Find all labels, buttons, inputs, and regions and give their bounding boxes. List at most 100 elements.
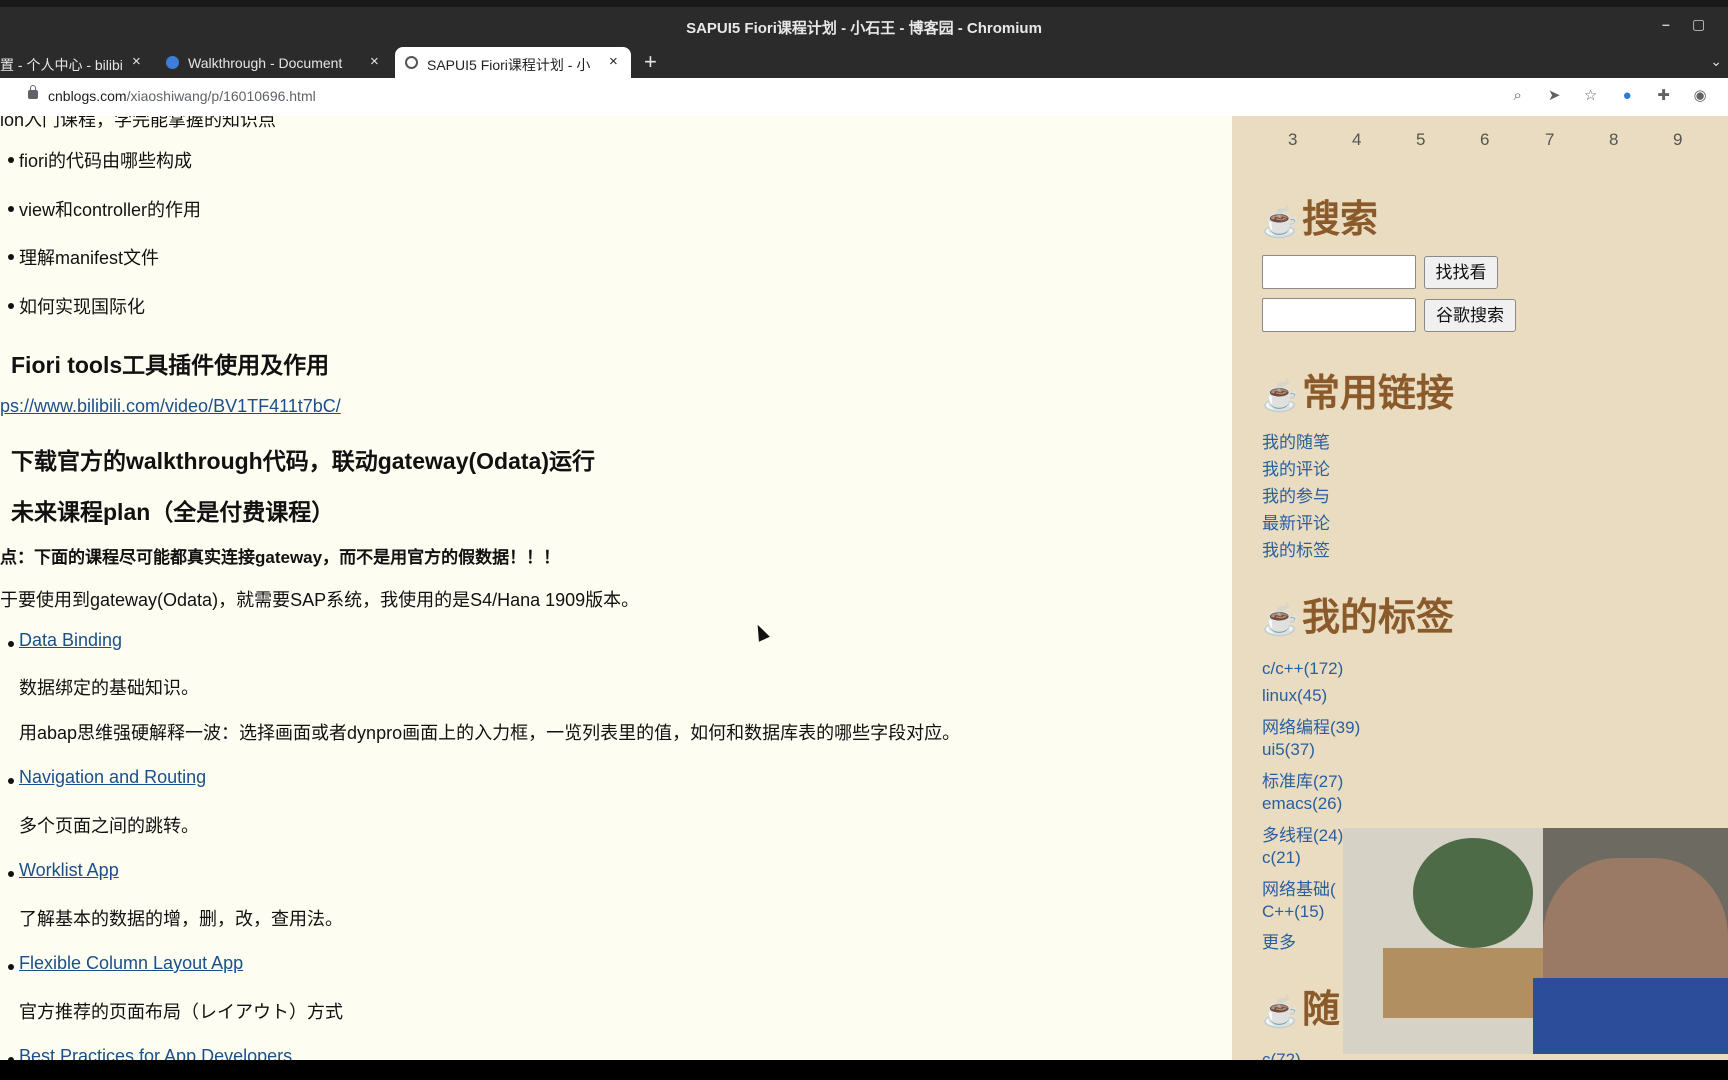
profile-ext-icon[interactable]: ● bbox=[1611, 87, 1643, 104]
coffee-cup-icon: ☕ bbox=[1262, 603, 1300, 638]
webcam-overlay bbox=[1343, 828, 1728, 1054]
search-heading-text: 搜索 bbox=[1302, 196, 1379, 241]
bullet-dot bbox=[8, 964, 14, 970]
tab-bilibili[interactable]: 置 - 个人中心 - bilibi × bbox=[0, 47, 150, 78]
cnblogs-icon bbox=[405, 56, 418, 69]
course-desc: 数据绑定的基础知识。 bbox=[19, 678, 199, 698]
tab-close-icon[interactable]: × bbox=[370, 53, 379, 70]
section-heading: Fiori tools工具插件使用及作用 bbox=[11, 352, 330, 378]
sidebar-link[interactable]: 我的评论 bbox=[1262, 455, 1330, 480]
note-bold: 点：下面的课程尽可能都真实连接gateway，而不是用官方的假数据！！！ bbox=[0, 548, 561, 567]
section-heading: 未来课程plan（全是付费课程） bbox=[11, 499, 335, 525]
calendar-day[interactable]: 7 bbox=[1545, 130, 1554, 150]
bullet-dot bbox=[8, 303, 14, 309]
tab-sapui5-fiori[interactable]: SAPUI5 Fiori课程计划 - 小 × bbox=[395, 47, 631, 78]
list-item: 理解manifest文件 bbox=[19, 248, 160, 268]
tab-label: 置 - 个人中心 - bilibi bbox=[0, 57, 123, 73]
links-heading: ☕常用链接 bbox=[1262, 362, 1454, 417]
address-bar: cnblogs.com/xiaoshiwang/p/16010696.html … bbox=[0, 78, 1728, 117]
category-link[interactable]: c(72) bbox=[1262, 1050, 1301, 1060]
maximize-button[interactable]: ▢ bbox=[1692, 16, 1705, 33]
google-search-button[interactable]: 谷歌搜索 bbox=[1424, 299, 1516, 332]
coffee-cup-icon: ☕ bbox=[1262, 205, 1300, 240]
tag-link[interactable]: linux(45) bbox=[1262, 686, 1327, 706]
bullet-dot bbox=[8, 641, 14, 647]
send-icon[interactable]: ➤ bbox=[1538, 86, 1570, 104]
sidebar-link[interactable]: 我的参与 bbox=[1262, 482, 1330, 507]
course-desc: 用abap思维强硬解释一波：选择画面或者dynpro画面上的入力框，一览列表里的… bbox=[19, 723, 961, 743]
webcam-shirt bbox=[1533, 978, 1728, 1054]
bullet-dot bbox=[8, 254, 14, 260]
tag-link[interactable]: c(21) bbox=[1262, 848, 1301, 868]
google-search-input[interactable] bbox=[1262, 298, 1416, 332]
tab-search-icon[interactable]: ⌄ bbox=[1710, 53, 1722, 70]
calendar-day[interactable]: 9 bbox=[1673, 130, 1682, 150]
tab-label: SAPUI5 Fiori课程计划 - 小 bbox=[427, 57, 591, 73]
list-item: 如何实现国际化 bbox=[19, 297, 145, 317]
note-text: 于要使用到gateway(Odata)，就需要SAP系统，我使用的是S4/Han… bbox=[0, 590, 640, 610]
course-link[interactable]: Flexible Column Layout App bbox=[19, 953, 243, 974]
list-item: view和controller的作用 bbox=[19, 200, 202, 220]
window-title: SAPUI5 Fiori课程计划 - 小石王 - 博客园 - Chromium bbox=[686, 20, 1042, 37]
url-field[interactable]: cnblogs.com/xiaoshiwang/p/16010696.html bbox=[48, 88, 316, 104]
sidebar-link[interactable]: 我的随笔 bbox=[1262, 428, 1330, 453]
tag-link[interactable]: 网络编程(39) bbox=[1262, 713, 1360, 738]
course-link[interactable]: Best Practices for App Developers bbox=[19, 1046, 292, 1060]
tag-link[interactable]: C++(15) bbox=[1262, 902, 1324, 922]
minimize-button[interactable]: – bbox=[1662, 16, 1670, 32]
course-link[interactable]: Data Binding bbox=[19, 630, 122, 651]
tag-link[interactable]: 多线程(24) bbox=[1262, 821, 1343, 846]
article-text: ion入门课程，学完能掌握的知识点 bbox=[0, 116, 277, 130]
calendar-day[interactable]: 5 bbox=[1416, 130, 1425, 150]
star-icon[interactable]: ☆ bbox=[1575, 86, 1607, 104]
zoom-icon[interactable]: ⌕ bbox=[1502, 87, 1534, 104]
essay-category-heading: ☕随 bbox=[1262, 978, 1340, 1033]
essay-category-heading-text: 随 bbox=[1302, 986, 1341, 1031]
window-titlebar: SAPUI5 Fiori课程计划 - 小石王 - 博客园 - Chromium … bbox=[0, 7, 1728, 45]
bullet-dot bbox=[8, 778, 14, 784]
calendar-day[interactable]: 4 bbox=[1352, 130, 1361, 150]
more-tags-link[interactable]: 更多 bbox=[1262, 928, 1296, 953]
screen-bottom-bar bbox=[0, 1060, 1728, 1080]
course-link[interactable]: Navigation and Routing bbox=[19, 767, 206, 788]
search-button[interactable]: 找找看 bbox=[1424, 256, 1498, 289]
tag-link[interactable]: 标准库(27) bbox=[1262, 767, 1343, 792]
bullet-dot bbox=[8, 871, 14, 877]
url-host: cnblogs.com bbox=[48, 88, 127, 104]
webcam-plant bbox=[1413, 838, 1533, 948]
new-tab-button[interactable]: + bbox=[644, 49, 657, 75]
calendar-day[interactable]: 6 bbox=[1480, 130, 1489, 150]
section-heading: 下载官方的walkthrough代码，联动gateway(Odata)运行 bbox=[11, 448, 595, 474]
tab-walkthrough[interactable]: Walkthrough - Document × bbox=[160, 47, 390, 78]
tag-link[interactable]: ui5(37) bbox=[1262, 740, 1315, 760]
search-input[interactable] bbox=[1262, 255, 1416, 289]
sidebar-link[interactable]: 最新评论 bbox=[1262, 509, 1330, 534]
sidebar-link[interactable]: 我的标签 bbox=[1262, 536, 1330, 561]
calendar-day[interactable]: 3 bbox=[1288, 130, 1297, 150]
account-icon[interactable]: ◉ bbox=[1684, 86, 1716, 104]
calendar-day[interactable]: 8 bbox=[1609, 130, 1618, 150]
tags-heading-text: 我的标签 bbox=[1302, 594, 1455, 639]
tab-close-icon[interactable]: × bbox=[132, 53, 141, 70]
coffee-cup-icon: ☕ bbox=[1262, 379, 1300, 414]
tags-heading: ☕我的标签 bbox=[1262, 586, 1454, 641]
bilibili-link[interactable]: ps://www.bilibili.com/video/BV1TF411t7bC… bbox=[0, 396, 341, 417]
course-desc: 官方推荐的页面布局（レイアウト）方式 bbox=[19, 1002, 343, 1022]
tab-label: Walkthrough - Document bbox=[188, 55, 343, 71]
tag-link[interactable]: emacs(26) bbox=[1262, 794, 1342, 814]
tag-link[interactable]: c/c++(172) bbox=[1262, 659, 1343, 679]
globe-icon bbox=[166, 56, 179, 69]
tag-link[interactable]: 网络基础( bbox=[1262, 875, 1336, 900]
bullet-dot bbox=[8, 157, 14, 163]
course-desc: 了解基本的数据的增，删，改，查用法。 bbox=[19, 909, 343, 929]
tab-close-icon[interactable]: × bbox=[609, 53, 618, 70]
search-heading: ☕搜索 bbox=[1262, 188, 1378, 243]
lock-icon[interactable] bbox=[28, 85, 38, 99]
url-path: /xiaoshiwang/p/16010696.html bbox=[126, 88, 316, 104]
article-content: ion入门课程，学完能掌握的知识点 fiori的代码由哪些构成 view和con… bbox=[0, 116, 1232, 1060]
links-heading-text: 常用链接 bbox=[1302, 370, 1455, 415]
extensions-icon[interactable]: ✚ bbox=[1648, 86, 1680, 104]
list-item: fiori的代码由哪些构成 bbox=[19, 151, 193, 171]
toolbar-icons: ⌕ ➤ ☆ ● ✚ ◉ bbox=[1502, 86, 1716, 108]
course-link[interactable]: Worklist App bbox=[19, 860, 119, 881]
